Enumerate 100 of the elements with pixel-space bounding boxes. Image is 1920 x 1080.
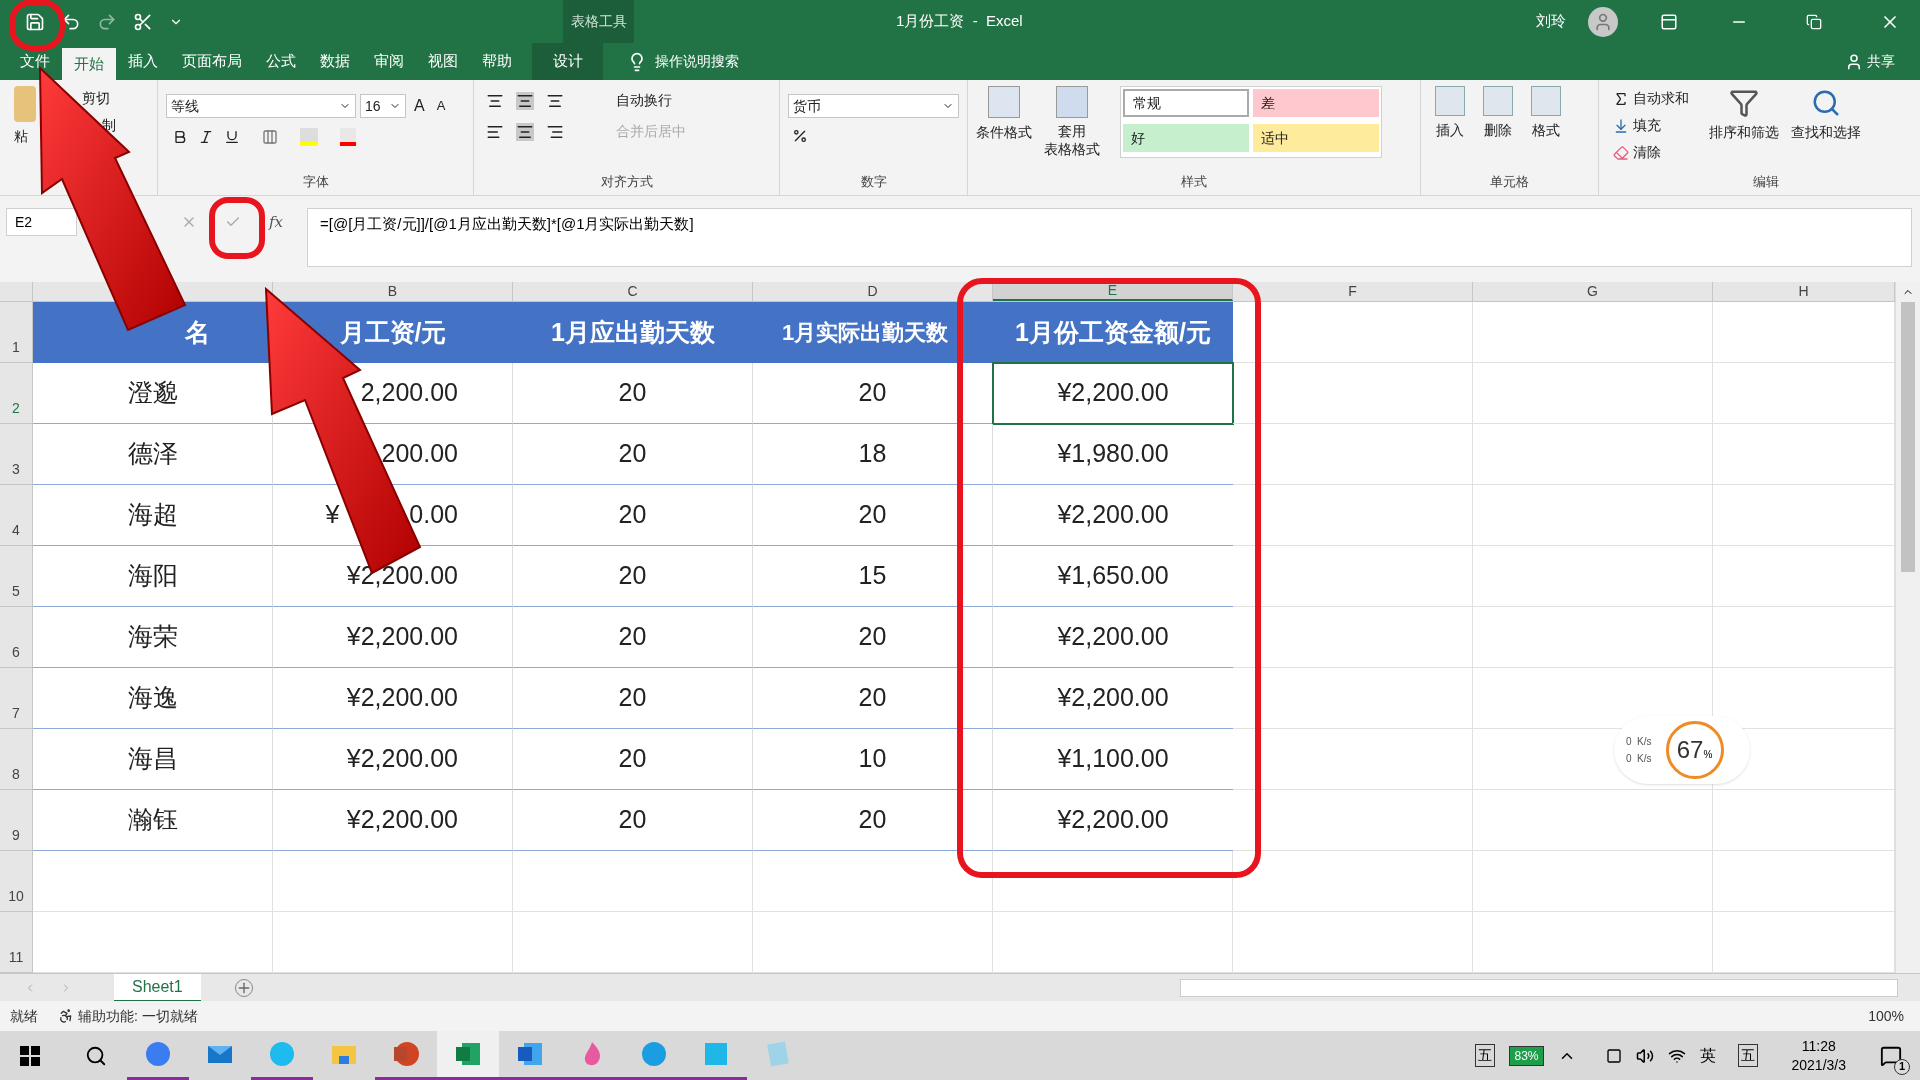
grid-cell[interactable]: [513, 851, 753, 912]
table-cell[interactable]: 20: [858, 618, 887, 656]
tell-me-search[interactable]: 操作说明搜索: [655, 51, 739, 72]
grid-cell[interactable]: [1233, 729, 1473, 790]
restore-icon[interactable]: [1806, 13, 1822, 30]
grid-cell[interactable]: [273, 851, 513, 912]
scroll-thumb[interactable]: [1901, 302, 1915, 572]
clock-time[interactable]: 11:28: [1801, 1036, 1836, 1056]
ribbon-tab[interactable]: 设计: [532, 43, 603, 80]
grow-font-button[interactable]: A: [410, 94, 429, 118]
ribbon-display-icon[interactable]: [1660, 12, 1678, 31]
table-cell[interactable]: 海昌: [127, 740, 178, 778]
grid-cell[interactable]: [1473, 485, 1713, 546]
table-cell[interactable]: 200.00: [381, 435, 458, 473]
grid-cell[interactable]: [1473, 851, 1713, 912]
grid-cell[interactable]: [1473, 790, 1713, 851]
wrap-text-button[interactable]: 自动换行: [616, 90, 672, 111]
table-cell[interactable]: 20: [618, 496, 647, 534]
language-indicator[interactable]: 英: [1699, 1043, 1716, 1068]
grid-cell[interactable]: [1233, 790, 1473, 851]
table-cell[interactable]: 20: [618, 557, 647, 595]
border-icon[interactable]: [262, 129, 278, 145]
table-cell[interactable]: 18: [858, 435, 887, 473]
ribbon-tab[interactable]: 文件: [8, 43, 62, 80]
table-cell[interactable]: 瀚钰: [127, 801, 178, 839]
table-cell[interactable]: ¥2,200.00: [346, 557, 458, 595]
table-cell[interactable]: 20: [618, 374, 647, 412]
table-format-icon[interactable]: [1056, 86, 1088, 118]
table-cell[interactable]: ¥2,200.00: [1057, 618, 1169, 656]
fill-button[interactable]: 填充: [1633, 115, 1661, 136]
grid-cell[interactable]: [1233, 607, 1473, 668]
sort-filter-button[interactable]: 排序和筛选: [1709, 122, 1779, 143]
table-cell[interactable]: 20: [858, 679, 887, 717]
ribbon-tab[interactable]: 开始: [62, 48, 116, 80]
table-cell[interactable]: 20: [858, 496, 887, 534]
cell-style[interactable]: 好: [1123, 124, 1249, 152]
table-cell[interactable]: 0.00: [409, 496, 458, 534]
table-cell[interactable]: 德泽: [127, 435, 178, 473]
cut-icon[interactable]: [133, 11, 153, 32]
grid-cell[interactable]: [1233, 851, 1473, 912]
table-cell[interactable]: 15: [858, 557, 887, 595]
cell-style[interactable]: 常规: [1123, 89, 1249, 117]
table-cell[interactable]: ¥1,980.00: [1057, 435, 1169, 473]
paste-button[interactable]: 粘: [14, 126, 28, 147]
accessibility-status[interactable]: 辅助功能: 一切就绪: [78, 1005, 198, 1027]
table-cell[interactable]: ¥2,200.00: [346, 679, 458, 717]
table-cell[interactable]: ¥1,650.00: [1057, 557, 1169, 595]
row-header[interactable]: 4: [0, 485, 33, 546]
table-cell[interactable]: ¥1,100.00: [1057, 740, 1169, 778]
number-format-field[interactable]: 货币: [788, 94, 959, 118]
table-cell[interactable]: ¥2,200.00: [346, 618, 458, 656]
ribbon-tab[interactable]: 审阅: [362, 43, 416, 80]
row-header[interactable]: 10: [0, 851, 33, 912]
table-cell[interactable]: 20: [858, 801, 887, 839]
shrink-font-button[interactable]: A: [432, 96, 450, 116]
table-cell[interactable]: ¥: [325, 496, 340, 534]
grid-cell[interactable]: [1473, 363, 1713, 424]
cells-icon[interactable]: [1531, 86, 1561, 116]
table-format-button[interactable]: 套用 表格格式: [1044, 122, 1100, 158]
ribbon-tab[interactable]: 页面布局: [170, 43, 254, 80]
table-cell[interactable]: 2,200.00: [360, 374, 458, 412]
table-cell[interactable]: ¥2,200.00: [346, 801, 458, 839]
grid-cell[interactable]: [1473, 607, 1713, 668]
column-header[interactable]: G: [1473, 282, 1713, 301]
font-color-icon[interactable]: [340, 128, 356, 146]
save-icon[interactable]: [25, 11, 45, 32]
cells-icon[interactable]: [1483, 86, 1513, 116]
column-header[interactable]: F: [1233, 282, 1473, 301]
row-header[interactable]: 8: [0, 729, 33, 790]
ribbon-tab[interactable]: 插入: [116, 43, 170, 80]
sort-filter-icon[interactable]: [1729, 88, 1759, 118]
table-cell[interactable]: 海阳: [127, 557, 178, 595]
table-cell[interactable]: 20: [618, 740, 647, 778]
percent-icon[interactable]: [792, 128, 808, 144]
name-box[interactable]: E2: [6, 208, 77, 236]
row-header[interactable]: 5: [0, 546, 33, 607]
table-cell[interactable]: 澄邈: [127, 374, 178, 412]
sum-icon[interactable]: [1613, 90, 1629, 107]
cell-style[interactable]: 差: [1253, 89, 1379, 117]
taskbar-button[interactable]: [437, 1031, 499, 1080]
grid-cell[interactable]: [1473, 546, 1713, 607]
grid-cell[interactable]: [1233, 668, 1473, 729]
cells-icon[interactable]: [1435, 86, 1465, 116]
row-header[interactable]: 6: [0, 607, 33, 668]
table-cell[interactable]: 10: [858, 740, 887, 778]
grid-cell[interactable]: [1233, 546, 1473, 607]
table-cell[interactable]: ¥2,200.00: [1057, 801, 1169, 839]
table-cell[interactable]: 20: [618, 801, 647, 839]
grid-cell[interactable]: [1233, 302, 1473, 363]
grid-cell[interactable]: [1233, 363, 1473, 424]
table-cell[interactable]: ¥2,200.00: [1057, 679, 1169, 717]
column-header[interactable]: C: [513, 282, 753, 301]
cell-style[interactable]: 适中: [1253, 124, 1379, 152]
grid-cell[interactable]: [33, 851, 273, 912]
font-size-field[interactable]: 16: [360, 94, 406, 118]
table-cell[interactable]: 20: [618, 618, 647, 656]
clock-date[interactable]: 2021/3/3: [1791, 1055, 1846, 1075]
grid-cell[interactable]: [1233, 485, 1473, 546]
italic-icon[interactable]: [198, 129, 214, 145]
cells-button[interactable]: 插入: [1436, 120, 1464, 141]
